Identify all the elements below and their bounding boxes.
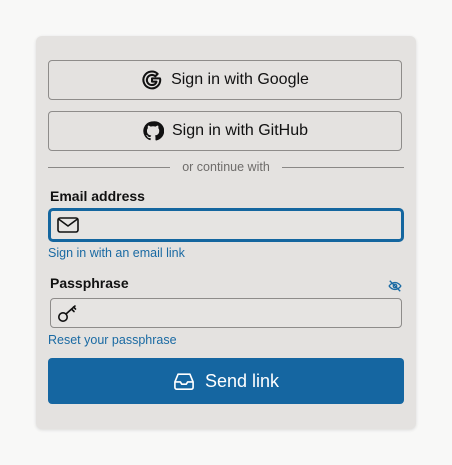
email-link-sign-in-link[interactable]: Sign in with an email link [48, 246, 185, 260]
reset-passphrase-link[interactable]: Reset your passphrase [48, 333, 177, 347]
send-link-button[interactable]: Send link [48, 358, 404, 404]
github-sign-in-button[interactable]: Sign in with GitHub [48, 111, 402, 151]
github-sign-in-label: Sign in with GitHub [171, 122, 309, 139]
google-sign-in-button[interactable]: Sign in with Google [48, 60, 402, 100]
passphrase-label: Passphrase [50, 275, 129, 291]
email-input[interactable] [79, 211, 401, 239]
google-sign-in-label: Sign in with Google [171, 71, 309, 88]
inbox-icon [173, 371, 195, 391]
github-icon [142, 120, 164, 142]
send-link-label: Send link [204, 370, 280, 391]
mail-icon [57, 216, 79, 234]
key-icon [57, 304, 79, 322]
passphrase-input[interactable] [79, 299, 401, 327]
divider-text: or continue with [182, 160, 270, 174]
divider-line-right [281, 166, 404, 168]
passphrase-field[interactable] [50, 298, 402, 328]
email-field[interactable] [49, 209, 403, 241]
email-label: Email address [50, 188, 145, 204]
sign-in-card: Sign in with Google Sign in with GitHub … [36, 36, 416, 429]
google-icon [141, 69, 163, 91]
divider-line-left [48, 166, 171, 168]
or-divider: or continue with [48, 159, 404, 175]
eye-off-icon[interactable] [388, 279, 402, 293]
